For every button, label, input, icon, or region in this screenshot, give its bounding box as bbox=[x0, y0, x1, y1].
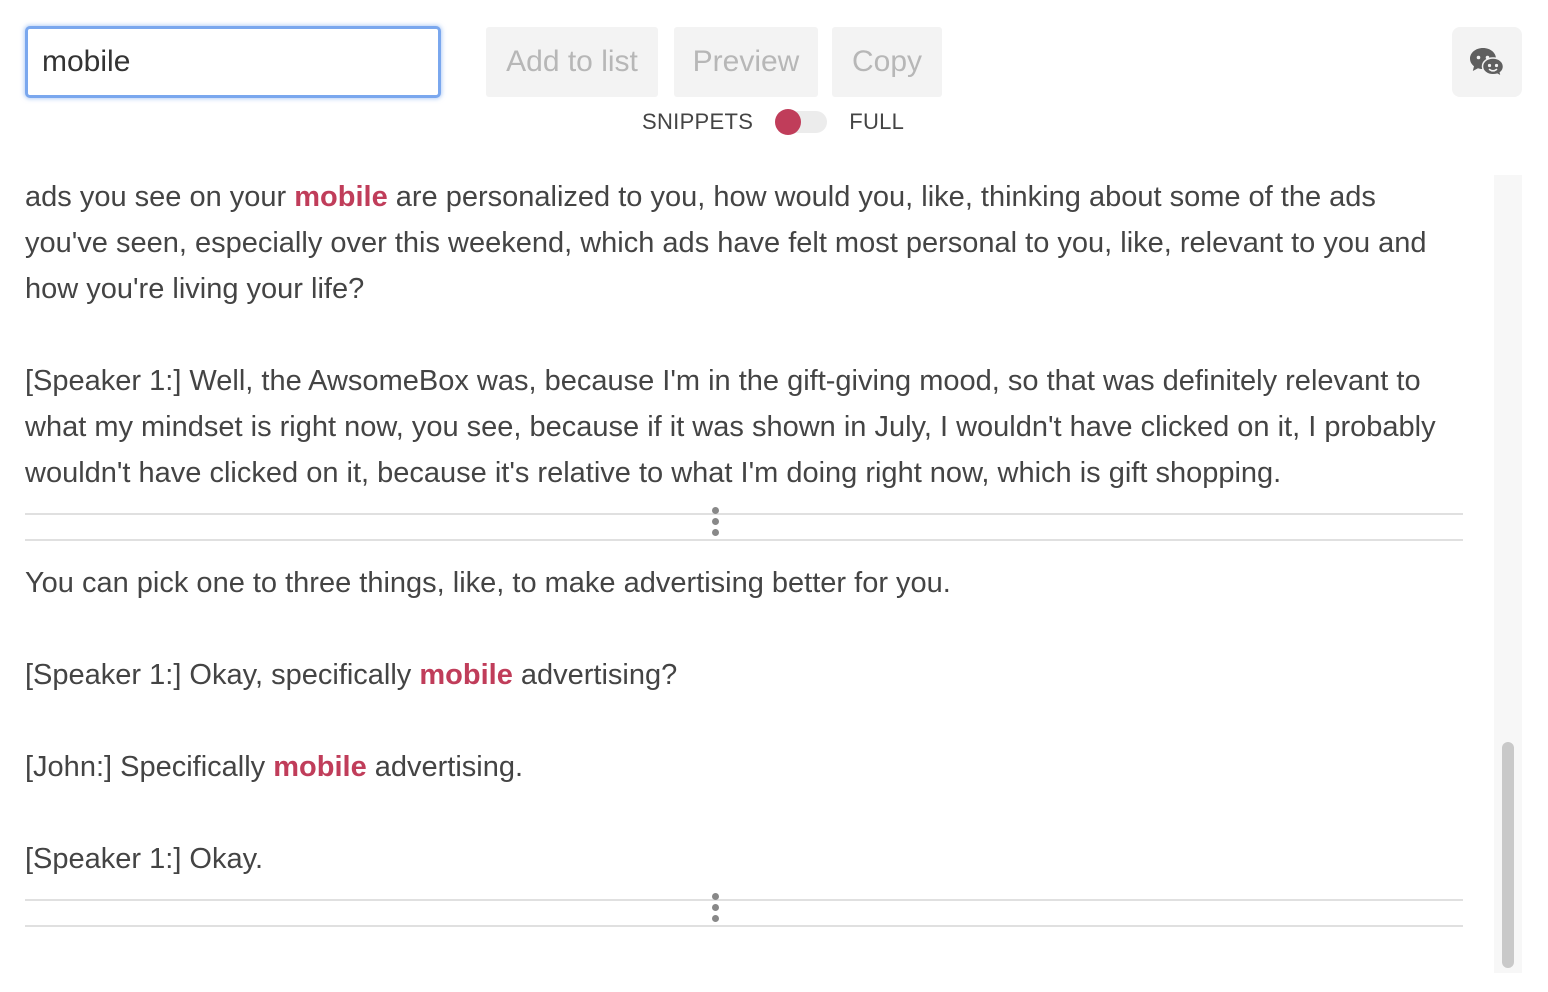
snippet-paragraph: [Speaker 1:] Well, the AwsomeBox was, be… bbox=[25, 358, 1463, 496]
add-to-list-button[interactable]: Add to list bbox=[486, 27, 658, 97]
toggle-label-full[interactable]: FULL bbox=[849, 109, 904, 135]
more-vertical-icon[interactable] bbox=[711, 893, 719, 922]
toggle-switch[interactable] bbox=[775, 109, 828, 135]
text-span: [Speaker 1:] Well, the AwsomeBox was, be… bbox=[25, 365, 1436, 489]
snippet-list: ads you see on your mobile are personali… bbox=[25, 174, 1463, 946]
text-span: [John:] Specifically bbox=[25, 751, 274, 783]
snippet-paragraph: [Speaker 1:] Okay. bbox=[25, 836, 1463, 882]
chat-bubbles-icon bbox=[1470, 48, 1505, 78]
text-span: ads you see on your bbox=[25, 181, 295, 213]
text-span: advertising? bbox=[512, 659, 678, 691]
text-span: You can pick one to three things, like, … bbox=[25, 567, 951, 599]
search-highlight: mobile bbox=[419, 659, 513, 691]
snippet: You can pick one to three things, like, … bbox=[25, 560, 1463, 882]
snippet: ads you see on your mobile are personali… bbox=[25, 174, 1463, 496]
text-span: [Speaker 1:] Okay. bbox=[25, 843, 264, 875]
transcript-search-page: Add to list Preview Copy SNIPPETS FULL a… bbox=[0, 0, 1548, 992]
toggle-knob[interactable] bbox=[775, 109, 802, 135]
snippet-paragraph: ads you see on your mobile are personali… bbox=[25, 174, 1463, 312]
toggle-label-snippets[interactable]: SNIPPETS bbox=[642, 109, 753, 135]
search-input[interactable] bbox=[25, 26, 441, 98]
copy-button[interactable]: Copy bbox=[832, 27, 942, 97]
snippet-separator bbox=[25, 507, 1463, 541]
scrollbar-thumb[interactable] bbox=[1502, 742, 1514, 968]
search-highlight: mobile bbox=[273, 751, 367, 783]
snippet-paragraph: You can pick one to three things, like, … bbox=[25, 560, 1463, 606]
preview-button[interactable]: Preview bbox=[674, 27, 818, 97]
text-span: [Speaker 1:] Okay, specifically bbox=[25, 659, 420, 691]
more-vertical-icon[interactable] bbox=[711, 507, 719, 536]
snippet-separator bbox=[25, 893, 1463, 927]
snippet-paragraph: [Speaker 1:] Okay, specifically mobile a… bbox=[25, 652, 1463, 698]
view-mode-toggle: SNIPPETS FULL bbox=[642, 106, 904, 138]
text-span: advertising. bbox=[366, 751, 524, 783]
snippet-paragraph: [John:] Specifically mobile advertising. bbox=[25, 744, 1463, 790]
chat-button[interactable] bbox=[1452, 27, 1522, 97]
search-highlight: mobile bbox=[294, 181, 388, 213]
